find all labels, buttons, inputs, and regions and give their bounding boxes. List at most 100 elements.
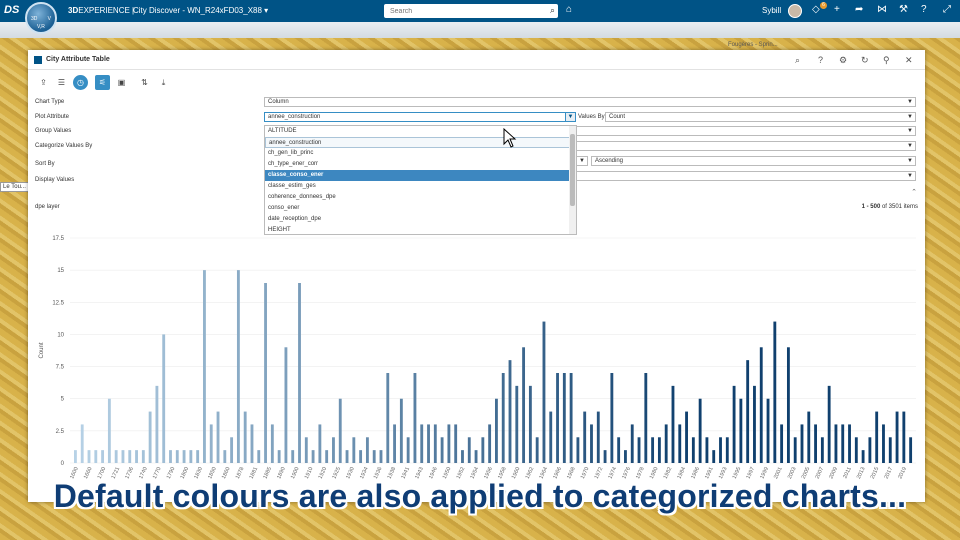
bar — [121, 450, 125, 463]
download-icon[interactable]: ⤓ — [156, 75, 171, 90]
bar — [284, 347, 288, 463]
bar — [528, 385, 532, 463]
values-by-label: Values By — [578, 114, 605, 120]
chat-icon[interactable]: ◇ — [812, 4, 820, 15]
settings-sliders-icon[interactable]: ⚟ — [95, 75, 110, 90]
bar — [216, 411, 220, 463]
user-name[interactable]: Sybill — [762, 6, 781, 15]
chevron-down-icon[interactable]: ▾ — [264, 6, 268, 15]
bar — [657, 437, 661, 463]
help-icon[interactable]: ? — [921, 4, 927, 15]
bar — [773, 321, 777, 463]
chevron-down-icon: ▼ — [907, 158, 913, 164]
bar — [882, 424, 885, 463]
bar — [861, 450, 865, 463]
bar — [542, 321, 546, 463]
dropdown-option[interactable]: ch_gen_lib_princ — [265, 148, 571, 159]
dropdown-option[interactable]: HEIGHT — [265, 225, 571, 236]
import-icon[interactable]: ⇅ — [137, 75, 152, 90]
chevron-down-icon[interactable]: ▼ — [565, 112, 576, 122]
bar — [359, 450, 363, 463]
share-icon[interactable]: ➦ — [855, 4, 863, 15]
bar — [909, 437, 913, 463]
sort-order-value: Ascending — [595, 158, 624, 164]
plot-attribute-label: Plot Attribute — [35, 114, 70, 120]
bar — [841, 424, 845, 463]
plot-attribute-select[interactable]: annee_construction — [264, 112, 576, 122]
tag-icon[interactable]: ⌂ — [566, 4, 572, 15]
chevron-down-icon: ▼ — [907, 99, 913, 105]
app-title[interactable]: City Discover - WN_R24xFD03_X88 ▾ — [133, 6, 268, 15]
chevron-up-icon[interactable]: ⌃ — [911, 188, 917, 196]
bar — [596, 411, 600, 463]
help-icon[interactable]: ? — [818, 55, 823, 65]
y-tick-label: 0 — [61, 461, 65, 467]
dropdown-option[interactable]: ALTITUDE — [265, 126, 571, 137]
compass-widget[interactable]: 3D V V,R — [25, 2, 57, 34]
list-icon[interactable]: ☰ — [54, 75, 69, 90]
bar — [603, 450, 607, 463]
dropdown-option[interactable]: ch_type_ener_corr — [265, 159, 571, 170]
display-values-label: Display Values — [35, 177, 75, 183]
scrollbar-thumb[interactable] — [570, 134, 575, 206]
bar — [386, 373, 390, 463]
dropdown-option[interactable]: classe_conso_ener — [265, 170, 571, 181]
search-input[interactable] — [384, 4, 534, 18]
dropdown-option[interactable]: coherence_donnees_dpe — [265, 192, 571, 203]
search-icon[interactable]: ⌕ — [795, 55, 800, 66]
bar — [678, 424, 682, 463]
bar — [875, 411, 879, 463]
screen-icon[interactable]: ▣ — [114, 75, 129, 90]
bar — [155, 385, 159, 463]
chart-type-select[interactable]: Column ▼ — [264, 97, 916, 107]
map-background — [0, 22, 960, 38]
refresh-icon[interactable]: ↻ — [861, 55, 869, 66]
search-icon[interactable]: ⌕ — [550, 5, 555, 16]
fullscreen-icon[interactable]: ⤢ — [943, 4, 951, 15]
dropdown-scrollbar[interactable] — [569, 126, 576, 234]
bar — [624, 450, 627, 463]
bar — [780, 424, 784, 463]
layer-name: dpe layer — [35, 204, 60, 210]
dropdown-option[interactable]: conso_ener — [265, 203, 571, 214]
bar — [725, 437, 729, 463]
bar — [759, 347, 763, 463]
dropdown-option[interactable]: classe_estim_ges — [265, 181, 571, 192]
bar — [888, 437, 892, 463]
plus-icon[interactable]: + — [834, 4, 840, 15]
brand-bold: 3D — [68, 6, 79, 15]
bar — [508, 360, 512, 463]
y-tick-label: 5 — [61, 397, 65, 403]
dropdown-option[interactable]: date_reception_dpe — [265, 214, 571, 225]
ds-logo-icon[interactable]: DS — [4, 4, 20, 18]
bar — [203, 270, 206, 463]
tools-icon[interactable]: ⚒ — [899, 4, 908, 15]
sort-order-select[interactable]: Ascending ▼ — [591, 156, 916, 166]
bar — [325, 450, 329, 463]
y-tick-label: 17.5 — [52, 236, 64, 242]
export-icon[interactable]: ⇪ — [36, 75, 51, 90]
bar — [610, 373, 614, 463]
cursor-icon — [503, 128, 517, 148]
network-icon[interactable]: ⋈ — [877, 4, 887, 15]
chevron-down-icon: ▼ — [907, 143, 913, 149]
top-bar: DS 3DEXPERIENCE | City Discover - WN_R24… — [0, 0, 960, 22]
pin-icon[interactable]: ⚲ — [883, 55, 890, 66]
compass-3d: 3D — [31, 16, 38, 22]
bar — [162, 334, 166, 463]
clock-icon[interactable]: ◷ — [73, 75, 88, 90]
avatar[interactable] — [788, 4, 802, 18]
search-box[interactable]: ⌕ — [384, 4, 558, 18]
values-by-select[interactable]: Count ▼ — [605, 112, 916, 122]
bar — [685, 411, 688, 463]
items-total: of 3501 items — [881, 204, 918, 210]
gear-icon[interactable]: ⚙ — [839, 55, 847, 66]
bar — [175, 450, 179, 463]
dropdown-option[interactable]: annee_construction — [265, 137, 571, 148]
bar — [399, 398, 403, 463]
group-values-label: Group Values — [35, 128, 72, 134]
bar — [793, 437, 797, 463]
close-icon[interactable]: ✕ — [905, 55, 913, 66]
bar — [515, 385, 519, 463]
bar — [291, 450, 295, 463]
